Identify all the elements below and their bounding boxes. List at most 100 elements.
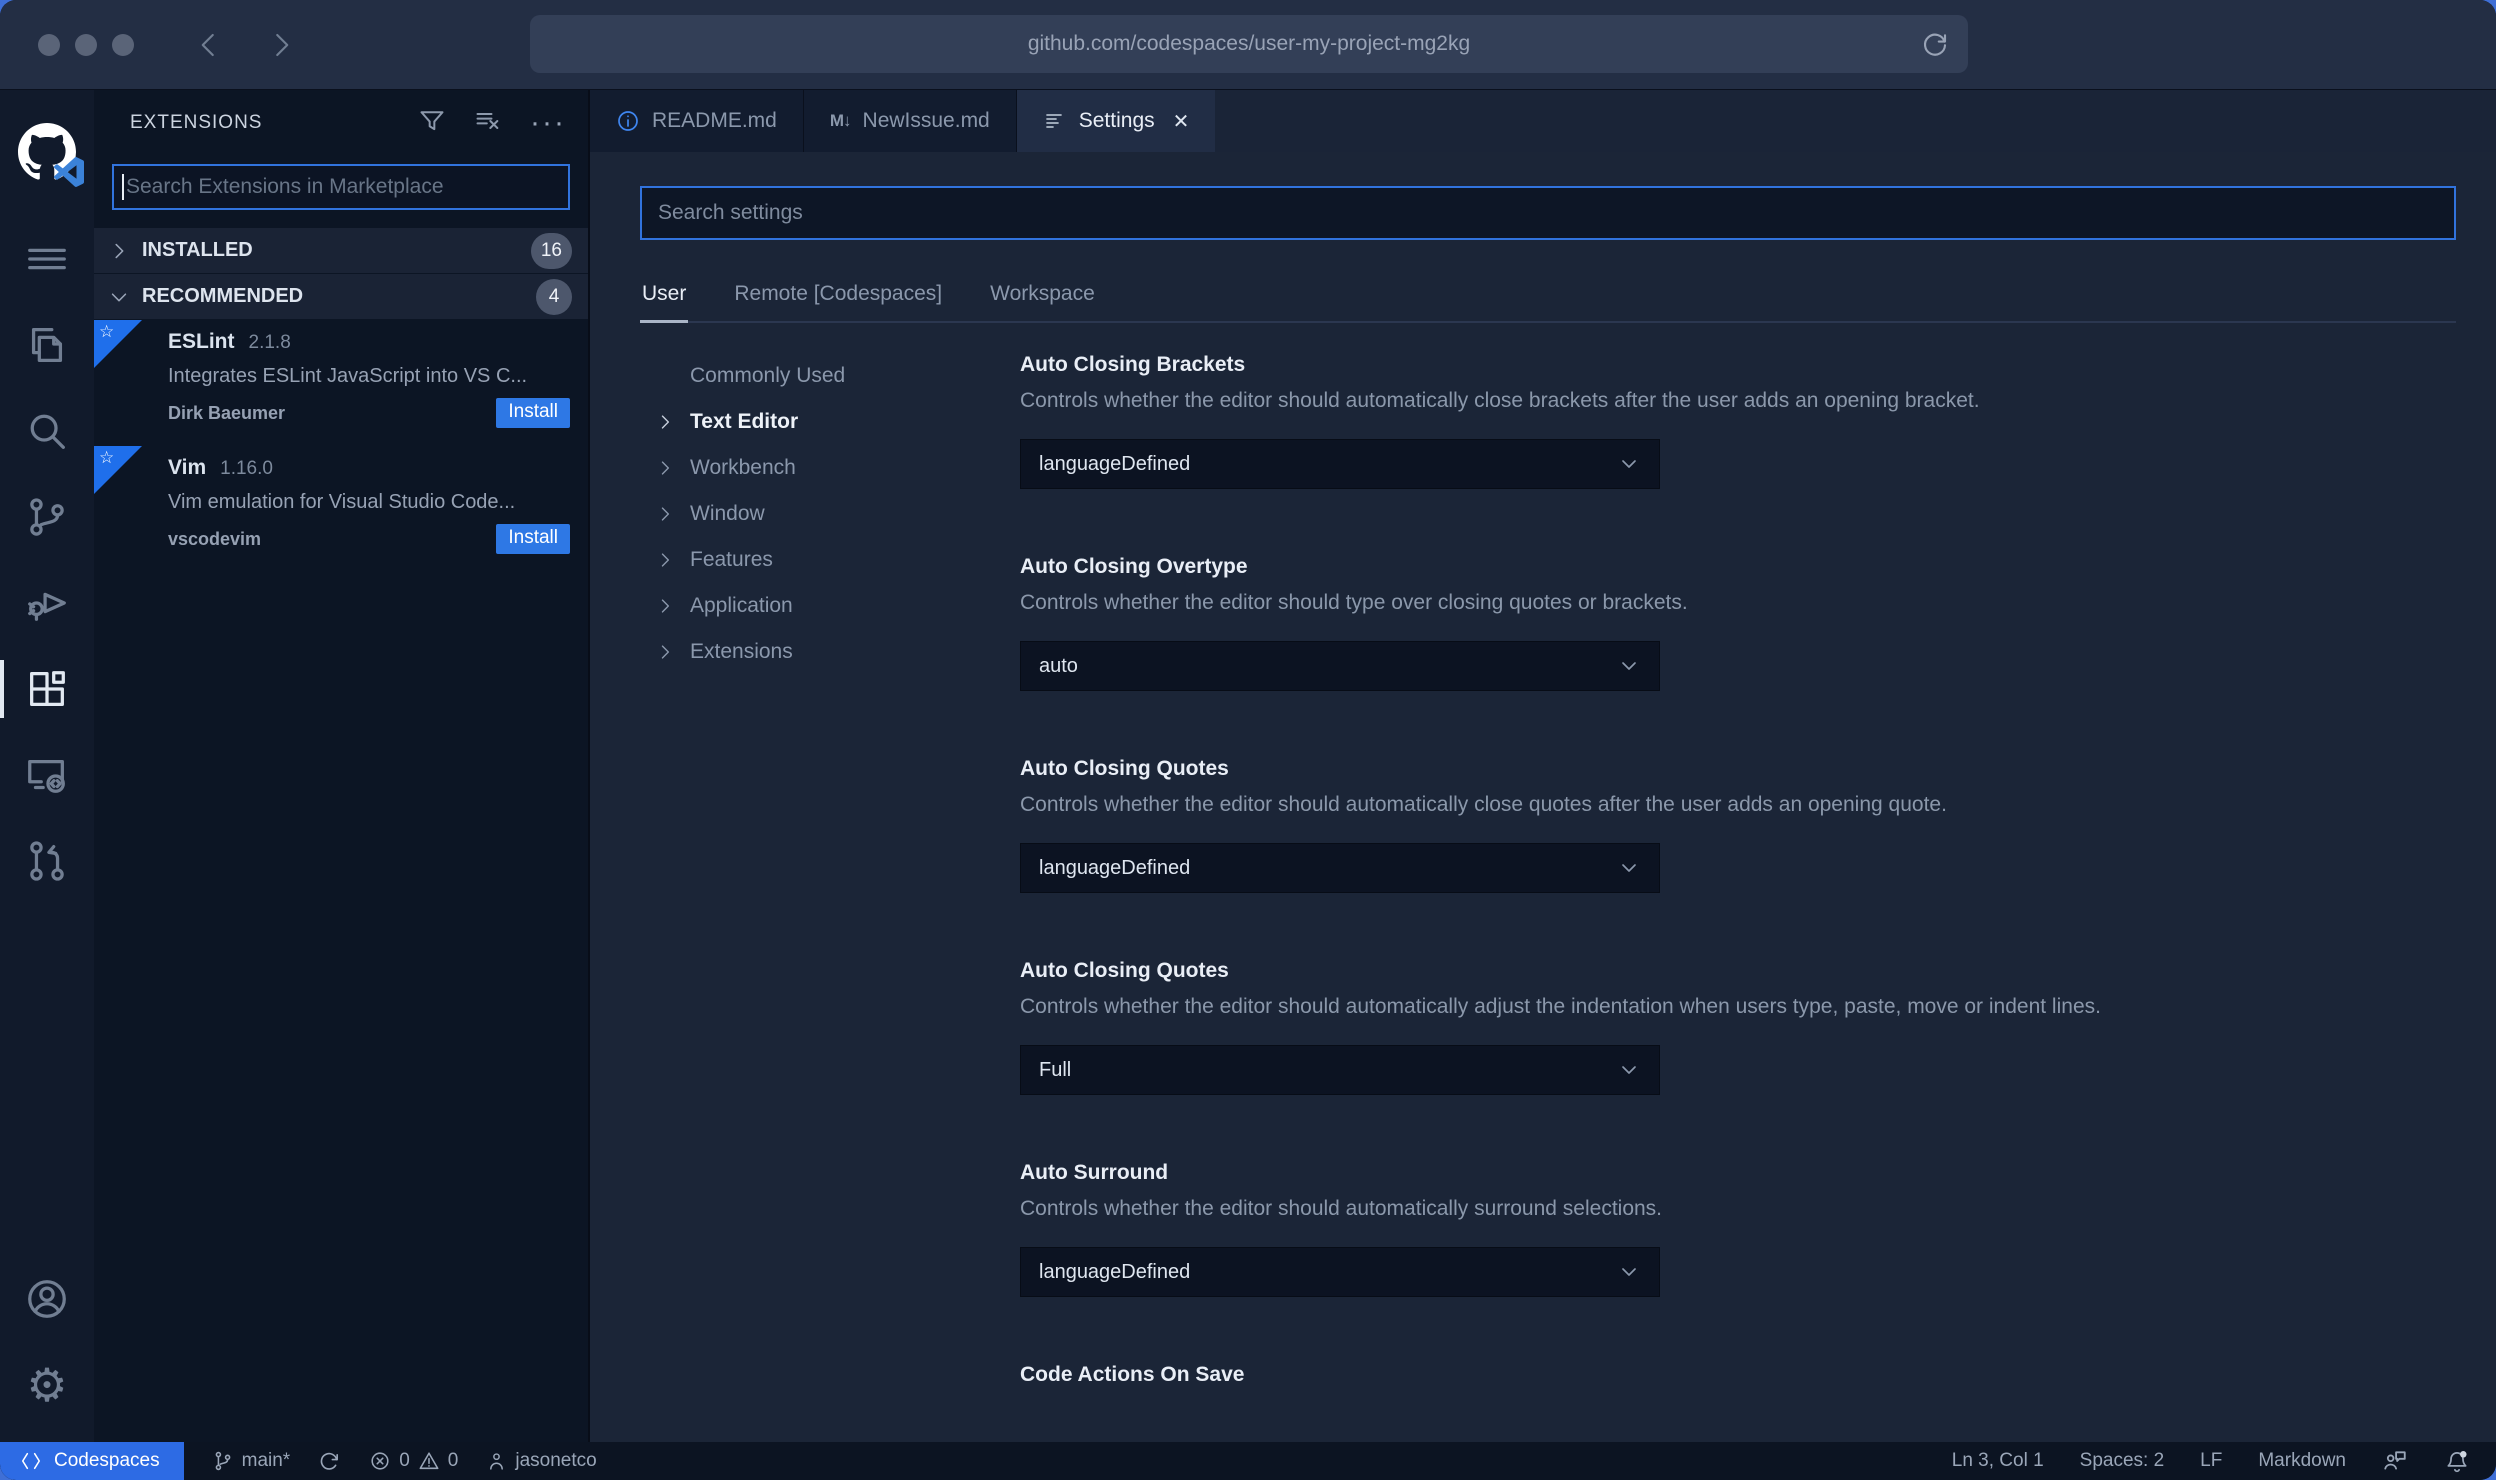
github-codespaces-logo	[0, 106, 94, 198]
sidebar-item-search[interactable]	[0, 388, 94, 474]
section-label: RECOMMENDED	[142, 285, 304, 307]
scope-tab-workspace[interactable]: Workspace	[988, 282, 1097, 323]
more-actions-button[interactable]: ···	[530, 108, 566, 138]
filter-extensions-button[interactable]	[418, 107, 446, 140]
setting-description: Controls whether the editor should autom…	[1020, 1197, 1663, 1220]
zoom-window-button[interactable]	[112, 33, 134, 56]
extension-row-vim[interactable]: ☆ Vim 1.16.0 Vim emulation for Visual St…	[94, 446, 588, 572]
star-icon: ☆	[99, 322, 115, 341]
indentation-indicator[interactable]: Spaces: 2	[2080, 1450, 2165, 1472]
toc-label: Features	[690, 548, 773, 571]
sidebar-item-run-debug[interactable]	[0, 560, 94, 646]
settings-search-input[interactable]	[640, 186, 2456, 240]
extension-row-eslint[interactable]: ☆ ESLint 2.1.8 Integrates ESLint JavaScr…	[94, 320, 588, 446]
install-button[interactable]: Install	[496, 524, 570, 554]
feedback-button[interactable]	[2382, 1448, 2408, 1474]
setting-title: Auto Closing Quotes	[1020, 757, 1229, 780]
extension-name: Vim	[168, 456, 207, 479]
sidebar-item-remote-explorer[interactable]	[0, 732, 94, 818]
markdown-icon: M↓	[829, 111, 852, 130]
manage-settings-button[interactable]: ⚙	[0, 1342, 94, 1428]
eol-indicator[interactable]: LF	[2200, 1450, 2222, 1472]
sync-button[interactable]	[318, 1450, 341, 1473]
setting-description: Controls whether the editor should autom…	[1020, 995, 2101, 1018]
tab-settings[interactable]: Settings ✕	[1016, 90, 1216, 152]
setting-value-dropdown[interactable]: languageDefined	[1020, 1247, 1660, 1297]
minimize-window-button[interactable]	[75, 33, 97, 56]
close-window-button[interactable]	[38, 33, 60, 56]
warning-count: 0	[447, 1450, 459, 1471]
scope-tab-user[interactable]: User	[640, 282, 689, 323]
toc-item-workbench[interactable]: Workbench	[654, 445, 1020, 491]
source-control-icon	[30, 498, 64, 536]
extensions-search-input[interactable]: Search Extensions in Marketplace	[112, 164, 570, 210]
sidebar-item-pull-requests[interactable]	[0, 818, 94, 904]
selected-value: languageDefined	[1039, 856, 1191, 879]
branch-name: main*	[241, 1450, 291, 1471]
feedback-icon	[2384, 1451, 2406, 1470]
menu-button[interactable]	[0, 216, 94, 302]
activity-bar: ⚙	[0, 90, 94, 1442]
toc-item-window[interactable]: Window	[654, 491, 1020, 537]
user-indicator[interactable]: jasonetco	[486, 1450, 597, 1472]
tab-readme[interactable]: README.md	[590, 90, 804, 152]
settings-scope-tabs: User Remote [Codespaces] Workspace	[640, 282, 2456, 323]
setting-auto-surround: Auto Surround Controls whether the edito…	[1020, 1161, 2456, 1297]
search-icon	[30, 414, 65, 449]
extension-publisher: Dirk Baeumer	[168, 402, 286, 423]
codespaces-label: Codespaces	[54, 1450, 160, 1471]
window-controls[interactable]	[38, 33, 134, 56]
setting-title: Auto Closing Brackets	[1020, 353, 1246, 376]
setting-value-dropdown[interactable]: auto	[1020, 641, 1660, 691]
tab-label: Settings	[1078, 109, 1155, 132]
settings-toc: Commonly Used Text Editor Workbench Wind…	[640, 353, 1020, 1442]
recommended-ribbon: ☆	[94, 320, 142, 368]
section-installed[interactable]: INSTALLED 16	[94, 228, 588, 273]
extension-version: 2.1.8	[248, 332, 291, 353]
setting-code-actions-on-save: Code Actions On Save	[1020, 1363, 2456, 1387]
install-button[interactable]: Install	[496, 398, 570, 428]
reload-button[interactable]	[1920, 29, 1950, 65]
language-mode[interactable]: Markdown	[2258, 1450, 2346, 1472]
close-tab-icon[interactable]: ✕	[1173, 109, 1190, 134]
forward-button[interactable]	[266, 30, 296, 60]
account-button[interactable]	[0, 1256, 94, 1342]
address-bar[interactable]: github.com/codespaces/user-my-project-mg…	[530, 15, 1968, 73]
setting-value-dropdown[interactable]: languageDefined	[1020, 843, 1660, 893]
toc-label: Workbench	[690, 456, 796, 479]
tab-newissue[interactable]: M↓ NewIssue.md	[803, 90, 1017, 152]
explorer-files-icon	[31, 328, 63, 362]
chevron-down-icon	[1617, 856, 1641, 880]
clear-extensions-search-button[interactable]	[474, 107, 502, 140]
sidebar-item-extensions[interactable]	[0, 646, 94, 732]
setting-value-dropdown[interactable]: languageDefined	[1020, 439, 1660, 489]
active-indicator	[0, 660, 4, 718]
toc-item-application[interactable]: Application	[654, 583, 1020, 629]
vscode-logo-icon	[54, 157, 84, 187]
username: jasonetco	[515, 1450, 597, 1471]
toc-label: Window	[690, 502, 765, 525]
error-count: 0	[399, 1450, 410, 1471]
sidebar-item-explorer[interactable]	[0, 302, 94, 388]
toc-item-commonly-used[interactable]: Commonly Used	[654, 353, 1020, 399]
extension-version: 1.16.0	[220, 458, 273, 479]
cursor-position[interactable]: Ln 3, Col 1	[1952, 1450, 2044, 1472]
toc-item-text-editor[interactable]: Text Editor	[654, 399, 1020, 445]
codespaces-remote-button[interactable]: Codespaces	[0, 1442, 184, 1480]
sidebar-item-source-control[interactable]	[0, 474, 94, 560]
section-recommended[interactable]: RECOMMENDED 4	[94, 274, 588, 319]
toc-item-features[interactable]: Features	[654, 537, 1020, 583]
notifications-button[interactable]	[2444, 1448, 2470, 1474]
problems-indicator[interactable]: 0 0	[369, 1450, 458, 1472]
setting-value-dropdown[interactable]: Full	[1020, 1045, 1660, 1095]
sync-icon	[320, 1452, 339, 1470]
setting-title: Auto Surround	[1020, 1161, 1169, 1184]
toc-item-extensions[interactable]: Extensions	[654, 629, 1020, 675]
branch-indicator[interactable]: main*	[212, 1450, 291, 1472]
url-text: github.com/codespaces/user-my-project-mg…	[1027, 32, 1471, 55]
browser-window: github.com/codespaces/user-my-project-mg…	[0, 0, 2496, 1480]
back-button[interactable]	[194, 30, 224, 60]
settings-gear-icon: ⚙	[26, 1359, 68, 1411]
clear-list-icon	[476, 112, 499, 129]
scope-tab-remote[interactable]: Remote [Codespaces]	[732, 282, 944, 323]
